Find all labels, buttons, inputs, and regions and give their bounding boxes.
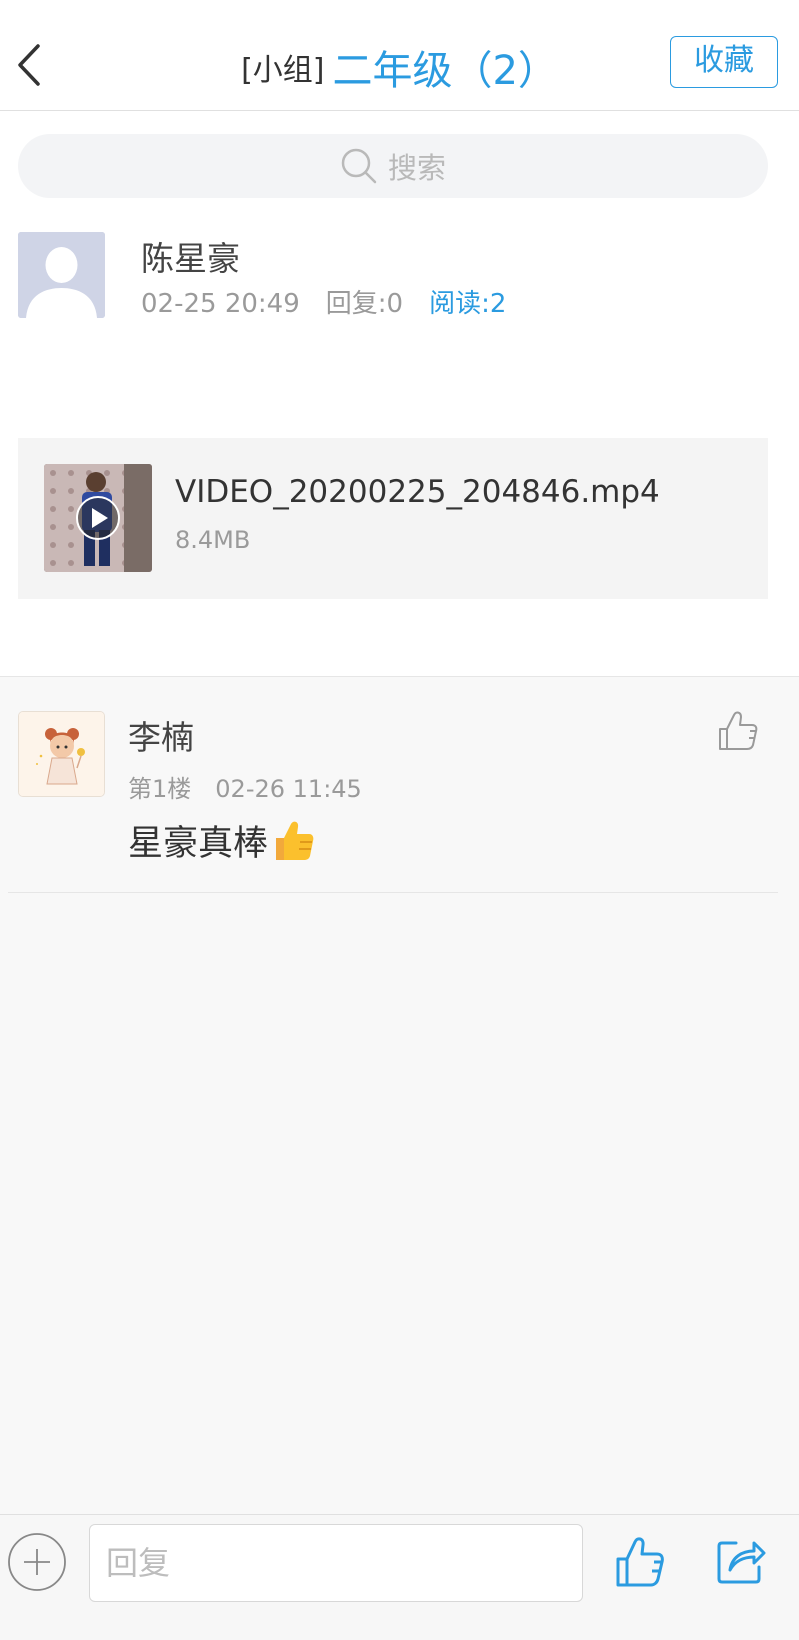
- like-button[interactable]: [614, 1535, 666, 1589]
- share-button[interactable]: [716, 1535, 766, 1585]
- back-button[interactable]: [12, 40, 52, 90]
- reply-datetime: 02-26 11:45: [215, 775, 362, 803]
- topic-detail-page: [小组] 二年级（2） 收藏 搜索 陈星豪 02-25 20:49 回复:0 阅读:2: [0, 0, 799, 1640]
- share-icon: [717, 1541, 766, 1584]
- thumbs-up-emoji-icon: [276, 821, 314, 860]
- search-icon: [341, 148, 377, 184]
- post-meta: 02-25 20:49 回复:0 阅读:2: [141, 283, 532, 320]
- default-user-icon: [18, 232, 105, 318]
- thumbs-up-outline-icon: [719, 711, 758, 750]
- group-name: 二年级（2）: [332, 48, 558, 94]
- search-bar[interactable]: 搜索: [18, 134, 768, 198]
- post-datetime: 02-25 20:49: [141, 289, 300, 319]
- reply-content: 星豪真棒: [128, 815, 316, 866]
- read-count: 阅读:2: [429, 289, 507, 319]
- reply-count: 回复:0: [325, 289, 404, 319]
- reply-author[interactable]: 李楠: [128, 711, 194, 759]
- reply-avatar[interactable]: [18, 711, 105, 797]
- search-placeholder: 搜索: [387, 151, 446, 185]
- collect-button[interactable]: 收藏: [670, 36, 778, 88]
- bottom-bar: [0, 1514, 799, 1640]
- reply-text: 星豪真棒: [128, 824, 269, 864]
- file-size: 8.4MB: [175, 526, 251, 554]
- play-icon: [76, 496, 120, 540]
- author-avatar[interactable]: [18, 232, 105, 318]
- video-thumbnail[interactable]: [44, 464, 152, 572]
- reply-list: 李楠 第1楼 02-26 11:45 星豪真棒: [0, 676, 799, 1515]
- video-attachment[interactable]: VIDEO_20200225_204846.mp4 8.4MB: [18, 438, 768, 599]
- header: [小组] 二年级（2） 收藏: [0, 0, 799, 111]
- cartoon-girl-avatar-icon: [19, 712, 104, 796]
- title-prefix: [小组]: [241, 53, 325, 88]
- author-name[interactable]: 陈星豪: [141, 232, 240, 280]
- reply-item: 李楠 第1楼 02-26 11:45 星豪真棒: [0, 677, 799, 893]
- file-name: VIDEO_20200225_204846.mp4: [175, 474, 660, 510]
- reply-like-button[interactable]: [716, 709, 760, 753]
- reply-divider: [8, 892, 778, 893]
- plus-icon: [8, 1533, 66, 1591]
- thumbs-up-icon: [616, 1537, 664, 1587]
- reply-floor: 第1楼: [128, 775, 192, 803]
- add-attachment-button[interactable]: [7, 1532, 67, 1592]
- back-arrow-icon: [18, 44, 40, 86]
- reply-input[interactable]: [89, 1524, 583, 1602]
- reply-meta: 第1楼 02-26 11:45: [128, 769, 386, 804]
